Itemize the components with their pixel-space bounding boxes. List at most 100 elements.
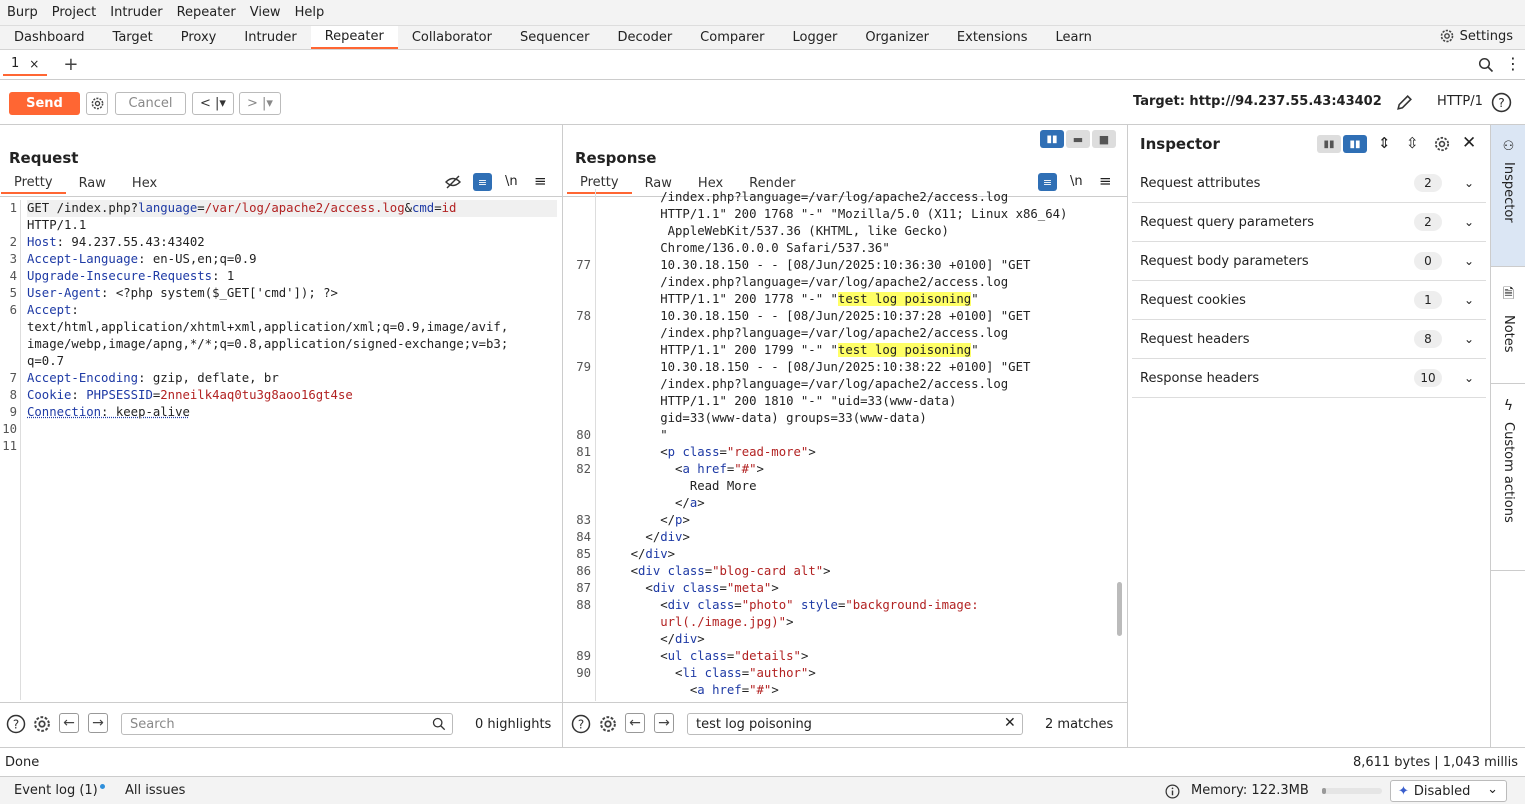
menu-icon[interactable]: ≡ bbox=[1099, 172, 1112, 190]
chevron-left-icon: < |▾ bbox=[200, 96, 226, 111]
tab-collaborator[interactable]: Collaborator bbox=[398, 26, 506, 49]
request-tab-hex[interactable]: Hex bbox=[119, 172, 170, 194]
hide-eye-icon[interactable] bbox=[445, 175, 461, 189]
tab-logger[interactable]: Logger bbox=[779, 26, 852, 49]
info-icon bbox=[1165, 784, 1180, 799]
sparkle-icon: ✦ bbox=[1398, 784, 1409, 799]
next-match-button[interactable]: → bbox=[88, 713, 108, 733]
prev-match-button[interactable]: ← bbox=[59, 713, 79, 733]
divider bbox=[0, 196, 562, 197]
sidebar-tab-custom-actions[interactable]: ϟ Custom actions bbox=[1491, 383, 1525, 571]
tab-sequencer[interactable]: Sequencer bbox=[506, 26, 603, 49]
sidebar-tab-inspector[interactable]: ⚇ Inspector bbox=[1491, 125, 1525, 266]
add-tab-button[interactable]: + bbox=[63, 54, 78, 75]
inspector-row-response-headers[interactable]: Response headers 10 ⌄ bbox=[1132, 359, 1486, 398]
target-label: Target: http://94.237.55.43:43402 bbox=[1133, 94, 1382, 109]
inspector-row-body-parameters[interactable]: Request body parameters 0 ⌄ bbox=[1132, 242, 1486, 281]
tab-organizer[interactable]: Organizer bbox=[851, 26, 943, 49]
tab-target[interactable]: Target bbox=[99, 26, 167, 49]
help-icon[interactable]: ? bbox=[571, 714, 591, 734]
tab-intruder[interactable]: Intruder bbox=[230, 26, 310, 49]
menu-repeater[interactable]: Repeater bbox=[170, 5, 243, 20]
notes-icon: 🗎 bbox=[1503, 283, 1514, 307]
next-match-button[interactable]: → bbox=[654, 713, 674, 733]
collapse-all-icon[interactable]: ⇳ bbox=[1406, 134, 1419, 152]
layout-tabs-icon[interactable]: ■ bbox=[1092, 130, 1116, 148]
ai-toggle-button[interactable]: ✦ Disabled ⌄ bbox=[1390, 780, 1507, 802]
newline-toggle-icon[interactable]: \n bbox=[1070, 174, 1083, 189]
menu-icon[interactable]: ≡ bbox=[534, 172, 547, 190]
response-scrollbar[interactable] bbox=[1117, 582, 1122, 636]
tab-repeater[interactable]: Repeater bbox=[311, 26, 398, 49]
gear-icon[interactable] bbox=[32, 714, 52, 734]
inspector-row-query-parameters[interactable]: Request query parameters 2 ⌄ bbox=[1132, 203, 1486, 242]
svg-text:?: ? bbox=[578, 718, 584, 732]
tab-proxy[interactable]: Proxy bbox=[167, 26, 231, 49]
tab-dashboard[interactable]: Dashboard bbox=[0, 26, 99, 49]
inspector-row-cookies[interactable]: Request cookies 1 ⌄ bbox=[1132, 281, 1486, 320]
word-wrap-icon[interactable]: ≡ bbox=[473, 173, 492, 191]
request-search-input[interactable]: Search bbox=[121, 713, 453, 735]
status-text: Done bbox=[5, 755, 39, 770]
settings-label: Settings bbox=[1460, 29, 1513, 44]
gear-icon[interactable] bbox=[598, 714, 618, 734]
menu-project[interactable]: Project bbox=[45, 5, 103, 20]
response-editor[interactable]: /index.php?language=/var/log/apache2/acc… bbox=[601, 189, 1116, 701]
tab-decoder[interactable]: Decoder bbox=[603, 26, 686, 49]
main-tab-bar: Dashboard Target Proxy Intruder Repeater… bbox=[0, 25, 1525, 50]
response-title: Response bbox=[575, 149, 656, 167]
close-icon[interactable]: × bbox=[29, 57, 39, 71]
http-version-label[interactable]: HTTP/1 bbox=[1437, 94, 1483, 109]
send-button[interactable]: Send bbox=[9, 92, 80, 115]
send-options-button[interactable] bbox=[86, 92, 108, 115]
pencil-icon[interactable] bbox=[1395, 93, 1414, 112]
divider bbox=[563, 702, 1127, 703]
layout-narrow-icon[interactable]: ▮▮ bbox=[1317, 135, 1341, 153]
request-toolbar: Send Cancel < |▾ > |▾ Target: http://94.… bbox=[0, 80, 1525, 125]
clear-search-icon[interactable]: ✕ bbox=[1004, 715, 1016, 731]
chevron-down-icon: ⌄ bbox=[1464, 254, 1474, 268]
inspector-layout-toggle: ▮▮ ▮▮ bbox=[1317, 135, 1367, 153]
all-issues-link[interactable]: All issues bbox=[125, 783, 185, 798]
inspector-row-request-attributes[interactable]: Request attributes 2 ⌄ bbox=[1132, 164, 1486, 203]
chevron-down-icon: ⌄ bbox=[1487, 782, 1498, 797]
help-icon[interactable]: ? bbox=[6, 714, 26, 734]
back-button[interactable]: < |▾ bbox=[192, 92, 234, 115]
tab-comparer[interactable]: Comparer bbox=[686, 26, 778, 49]
repeater-tab-1[interactable]: 1 × bbox=[3, 54, 47, 76]
layout-horizontal-icon[interactable]: ▬ bbox=[1066, 130, 1090, 148]
prev-match-button[interactable]: ← bbox=[625, 713, 645, 733]
tab-learn[interactable]: Learn bbox=[1042, 26, 1106, 49]
request-tab-pretty[interactable]: Pretty bbox=[1, 172, 66, 194]
layout-split-icon[interactable]: ▮▮ bbox=[1040, 130, 1064, 148]
tab-extensions[interactable]: Extensions bbox=[943, 26, 1042, 49]
event-log-link[interactable]: Event log (1) bbox=[14, 783, 98, 798]
gear-icon[interactable] bbox=[1433, 135, 1451, 153]
chevron-down-icon: ⌄ bbox=[1464, 293, 1474, 307]
settings-button[interactable]: Settings bbox=[1439, 28, 1513, 44]
kebab-menu-icon[interactable]: ⋮ bbox=[1505, 54, 1521, 74]
menu-view[interactable]: View bbox=[243, 5, 288, 20]
request-line-numbers: 1 2 3 4 5 6 7 8 9 10 11 bbox=[0, 200, 21, 700]
menu-bar: Burp Project Intruder Repeater View Help bbox=[0, 0, 1525, 25]
expand-all-icon[interactable]: ⇕ bbox=[1378, 134, 1391, 152]
panel-divider[interactable] bbox=[1127, 125, 1128, 747]
request-tab-raw[interactable]: Raw bbox=[66, 172, 119, 194]
sidebar-tab-notes[interactable]: 🗎 Notes bbox=[1491, 266, 1525, 383]
layout-wide-icon[interactable]: ▮▮ bbox=[1343, 135, 1367, 153]
layout-toggle: ▮▮ ▬ ■ bbox=[1040, 130, 1116, 148]
inspector-title: Inspector bbox=[1140, 135, 1220, 153]
menu-intruder[interactable]: Intruder bbox=[103, 5, 169, 20]
repeater-tab-label: 1 bbox=[11, 56, 19, 71]
cancel-button[interactable]: Cancel bbox=[115, 92, 186, 115]
search-icon[interactable] bbox=[1478, 57, 1494, 73]
request-editor[interactable]: GET /index.php?language=/var/log/apache2… bbox=[27, 200, 557, 700]
newline-toggle-icon[interactable]: \n bbox=[505, 174, 518, 189]
inspector-row-request-headers[interactable]: Request headers 8 ⌄ bbox=[1132, 320, 1486, 359]
help-icon[interactable]: ? bbox=[1491, 92, 1512, 113]
forward-button[interactable]: > |▾ bbox=[239, 92, 281, 115]
menu-help[interactable]: Help bbox=[288, 5, 332, 20]
response-search-input[interactable]: test log poisoning bbox=[687, 713, 1023, 735]
menu-burp[interactable]: Burp bbox=[0, 5, 45, 20]
close-inspector-icon[interactable]: ✕ bbox=[1462, 133, 1476, 153]
